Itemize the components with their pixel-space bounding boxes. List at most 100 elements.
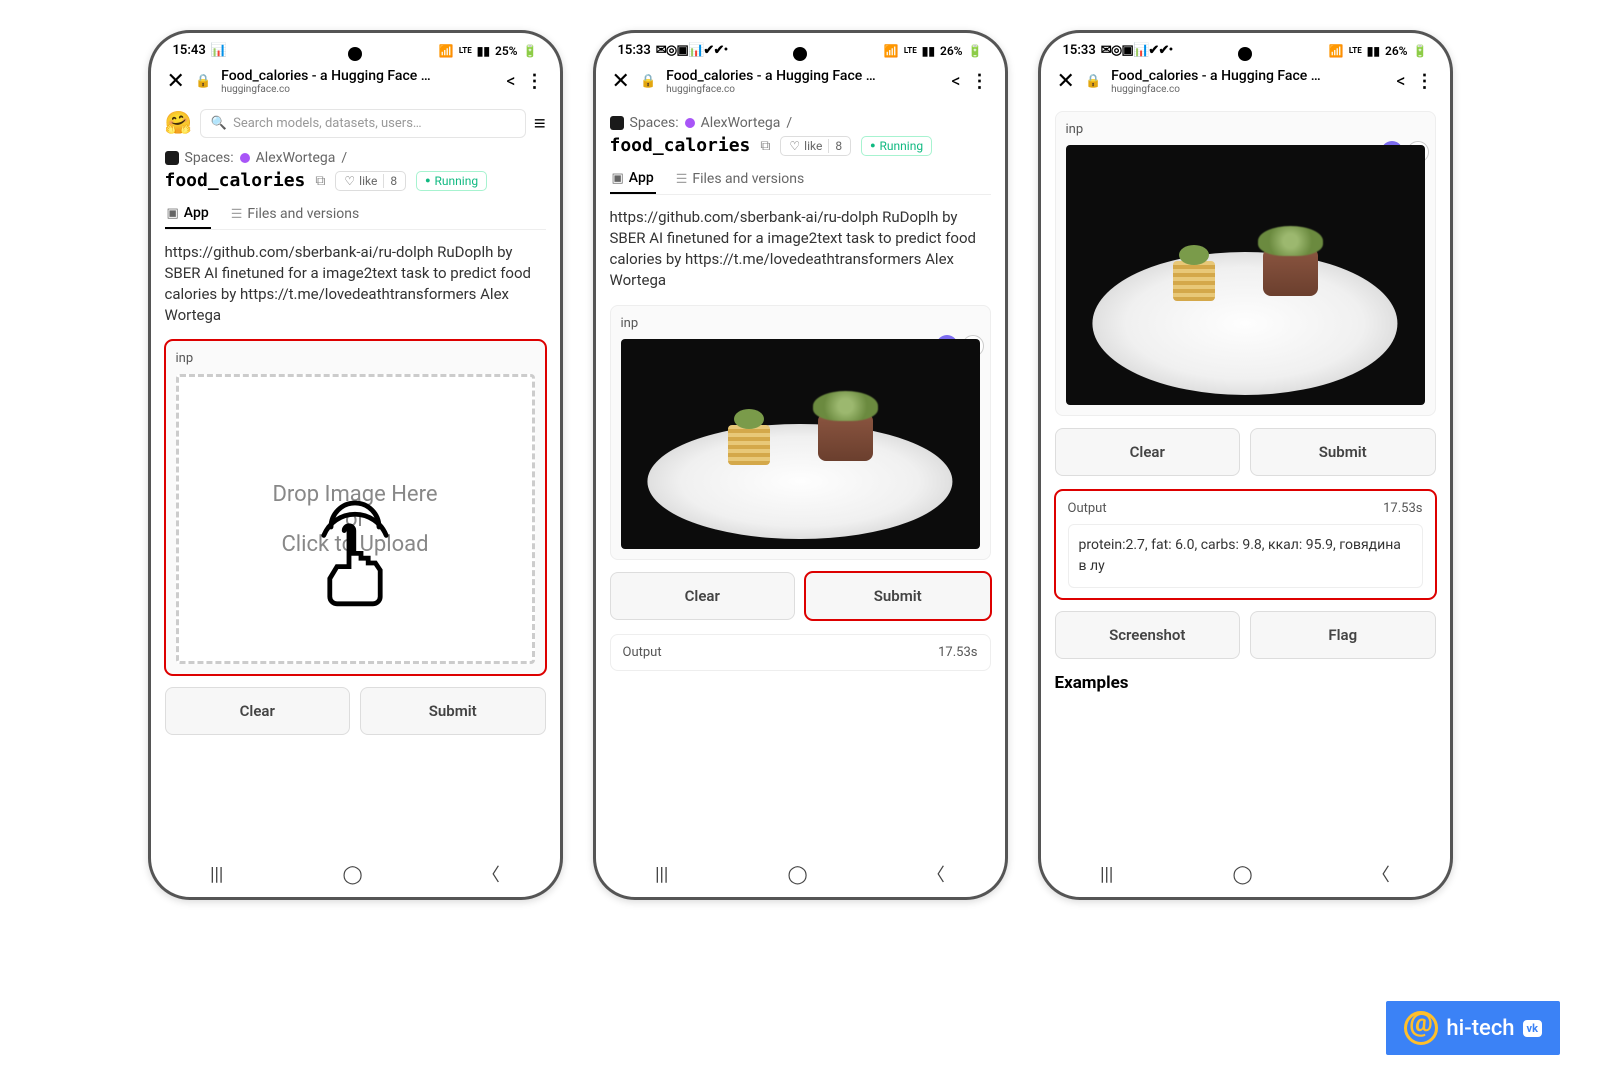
- watermark-vk-badge: vk: [1523, 1020, 1542, 1037]
- spaces-icon: [165, 151, 179, 165]
- wifi-icon: 📶: [439, 44, 454, 58]
- files-icon: ☰: [231, 207, 243, 222]
- status-time: 15:43: [173, 43, 206, 58]
- output-label: Output: [623, 645, 662, 660]
- close-icon[interactable]: ✕: [167, 69, 185, 94]
- battery-icon: 🔋: [1413, 44, 1428, 58]
- share-icon[interactable]: <: [506, 71, 515, 92]
- output-time: 17.53s: [938, 645, 977, 660]
- watermark: hi-tech vk: [1386, 1001, 1560, 1055]
- status-time: 15:33: [1063, 43, 1096, 58]
- battery-icon: 🔋: [968, 44, 983, 58]
- nav-back-icon[interactable]: 〈: [1372, 861, 1390, 887]
- examples-heading: Examples: [1055, 673, 1436, 693]
- project-title: food_calories: [165, 170, 306, 191]
- submit-button[interactable]: Submit: [360, 687, 546, 735]
- lock-icon: 🔒: [1085, 74, 1101, 89]
- output-time: 17.53s: [1383, 501, 1422, 516]
- page-title: Food_calories - a Hugging Face …: [221, 68, 496, 84]
- nav-recents-icon[interactable]: |||: [210, 864, 223, 885]
- like-button[interactable]: ♡ like 8: [780, 136, 851, 156]
- input-panel: inp ✎ ✕: [1055, 111, 1436, 416]
- breadcrumb: Spaces: AlexWortega /: [165, 150, 546, 166]
- nav-recents-icon[interactable]: |||: [1100, 864, 1113, 885]
- like-button[interactable]: ♡ like 8: [335, 171, 406, 191]
- breadcrumb-user[interactable]: AlexWortega: [701, 115, 781, 131]
- submit-button[interactable]: Submit: [805, 572, 991, 620]
- lock-icon: 🔒: [640, 74, 656, 89]
- close-icon[interactable]: ✕: [1057, 69, 1075, 94]
- menu-icon[interactable]: ≡: [534, 111, 546, 136]
- signal-icon: ▮▮: [922, 44, 935, 58]
- search-input[interactable]: 🔍 Search models, datasets, users…: [200, 109, 526, 138]
- clear-button[interactable]: Clear: [610, 572, 796, 620]
- hf-logo-icon[interactable]: 🤗: [165, 111, 192, 136]
- breadcrumb: Spaces: AlexWortega /: [610, 115, 991, 131]
- page-host: huggingface.co: [1111, 84, 1386, 95]
- share-icon[interactable]: <: [1396, 71, 1405, 92]
- status-notif-icons: ✉ ◎ ▣ 📊 ✔ ✔ •: [656, 43, 726, 58]
- pointer-icon: [295, 497, 415, 617]
- lte-icon: LTE: [904, 46, 917, 55]
- more-icon[interactable]: ⋮: [526, 71, 544, 92]
- screenshot-button[interactable]: Screenshot: [1055, 611, 1241, 659]
- description-text: https://github.com/sberbank-ai/ru-dolph …: [165, 242, 546, 326]
- nav-home-icon[interactable]: ◯: [343, 864, 363, 885]
- lte-icon: LTE: [459, 46, 472, 55]
- description-text: https://github.com/sberbank-ai/ru-dolph …: [610, 207, 991, 291]
- nav-home-icon[interactable]: ◯: [1233, 864, 1253, 885]
- user-avatar-icon: [240, 153, 250, 163]
- battery-text: 26%: [940, 44, 963, 58]
- copy-icon[interactable]: ⧉: [760, 138, 770, 154]
- browser-bar: ✕ 🔒 Food_calories - a Hugging Face … hug…: [596, 62, 1005, 103]
- status-app-icon: 📊: [211, 43, 227, 58]
- nav-home-icon[interactable]: ◯: [788, 864, 808, 885]
- clear-button[interactable]: Clear: [1055, 428, 1241, 476]
- tab-app[interactable]: ▣App: [165, 199, 211, 229]
- lock-icon: 🔒: [195, 74, 211, 89]
- nav-recents-icon[interactable]: |||: [655, 864, 668, 885]
- image-dropzone[interactable]: Drop Image Here - or - Click to Upload: [176, 374, 535, 664]
- more-icon[interactable]: ⋮: [971, 71, 989, 92]
- tab-app[interactable]: ▣App: [610, 164, 656, 194]
- output-panel: Output 17.53s protein:2.7, fat: 6.0, car…: [1055, 490, 1436, 599]
- lte-icon: LTE: [1349, 46, 1362, 55]
- status-bar: 15:33 ✉ ◎ ▣ 📊 ✔ ✔ • 📶 LTE ▮▮ 26% 🔋: [596, 33, 1005, 62]
- uploaded-image[interactable]: [621, 339, 980, 549]
- close-icon[interactable]: ✕: [612, 69, 630, 94]
- nav-back-icon[interactable]: 〈: [482, 861, 500, 887]
- input-label: inp: [621, 316, 980, 331]
- status-time: 15:33: [618, 43, 651, 58]
- signal-icon: ▮▮: [477, 44, 490, 58]
- submit-button[interactable]: Submit: [1250, 428, 1436, 476]
- watermark-at-icon: [1404, 1011, 1438, 1045]
- page-title: Food_calories - a Hugging Face …: [1111, 68, 1386, 84]
- phone-2: 15:33 ✉ ◎ ▣ 📊 ✔ ✔ • 📶 LTE ▮▮ 26% 🔋 ✕ 🔒 F…: [593, 30, 1008, 900]
- search-icon: 🔍: [211, 116, 227, 131]
- spaces-icon: [610, 116, 624, 130]
- android-navbar: ||| ◯ 〈: [1041, 861, 1450, 887]
- breadcrumb-user[interactable]: AlexWortega: [256, 150, 336, 166]
- browser-bar: ✕ 🔒 Food_calories - a Hugging Face … hug…: [1041, 62, 1450, 103]
- nav-back-icon[interactable]: 〈: [927, 861, 945, 887]
- tab-files[interactable]: ☰Files and versions: [229, 199, 361, 229]
- page-title: Food_calories - a Hugging Face …: [666, 68, 941, 84]
- files-icon: ☰: [676, 172, 688, 187]
- battery-text: 26%: [1385, 44, 1408, 58]
- android-navbar: ||| ◯ 〈: [596, 861, 1005, 887]
- more-icon[interactable]: ⋮: [1416, 71, 1434, 92]
- output-panel: Output 17.53s: [610, 634, 991, 671]
- browser-bar: ✕ 🔒 Food_calories - a Hugging Face … hug…: [151, 62, 560, 103]
- status-bar: 15:43 📊 📶 LTE ▮▮ 25% 🔋: [151, 33, 560, 62]
- share-icon[interactable]: <: [951, 71, 960, 92]
- input-label: inp: [176, 351, 535, 366]
- battery-text: 25%: [495, 44, 518, 58]
- flag-button[interactable]: Flag: [1250, 611, 1436, 659]
- tab-files[interactable]: ☰Files and versions: [674, 164, 806, 194]
- uploaded-image[interactable]: [1066, 145, 1425, 405]
- clear-button[interactable]: Clear: [165, 687, 351, 735]
- watermark-text: hi-tech: [1446, 1016, 1514, 1041]
- user-avatar-icon: [685, 118, 695, 128]
- app-icon: ▣: [612, 171, 624, 186]
- copy-icon[interactable]: ⧉: [315, 173, 325, 189]
